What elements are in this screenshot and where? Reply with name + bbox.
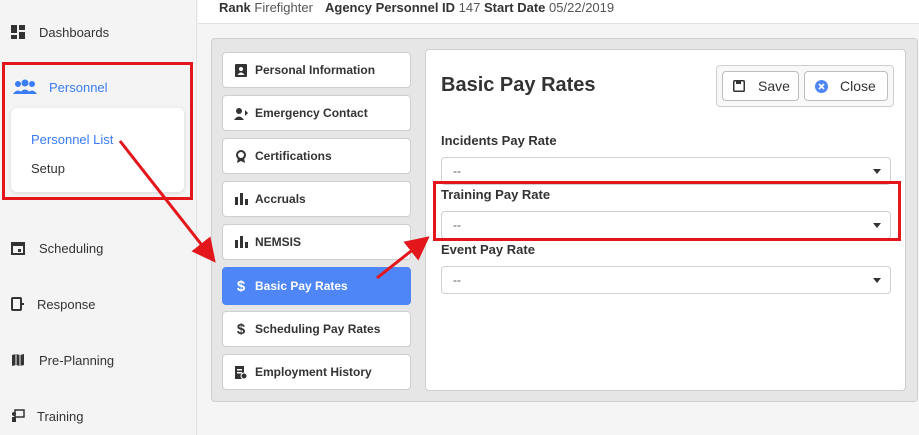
bar-chart-icon [234,235,248,249]
sidebar-item-scheduling[interactable]: Scheduling [0,233,197,263]
rank-label: Rank [219,0,251,15]
close-icon [814,79,828,93]
select-value: -- [453,273,461,287]
sidebar-item-label: Dashboards [39,24,110,40]
chevron-down-icon [873,278,881,283]
save-button[interactable]: Save [722,71,799,101]
tab-label: Accruals [255,192,306,206]
personnel-info-bar: Rank Firefighter Agency Personnel ID 147… [198,0,919,24]
contact-icon [234,106,248,120]
rank-info: Rank Firefighter [219,0,313,15]
sidebar-item-dashboards[interactable]: Dashboards [0,17,197,47]
calendar-icon [10,240,26,256]
close-button[interactable]: Close [804,71,888,101]
bar-chart-icon [234,192,248,206]
sidebar-item-training[interactable]: Training [0,401,197,431]
sidebar-item-label: Response [37,296,96,312]
dashboard-icon [10,24,26,40]
sidebar-item-label: Pre-Planning [39,352,115,368]
tab-label: Basic Pay Rates [255,279,348,293]
tab-certifications[interactable]: Certifications [222,138,411,174]
chevron-down-icon [873,169,881,174]
tab-basic-pay-rates[interactable]: $ Basic Pay Rates [222,267,411,305]
highlight-box-training-pay-rate [433,181,901,241]
award-icon [234,149,248,163]
start-date-value: 05/22/2019 [549,0,615,15]
agency-id-value: 147 [458,0,481,15]
page-title: Basic Pay Rates [441,74,596,96]
response-icon [10,296,26,312]
tab-personal-information[interactable]: Personal Information [222,52,411,88]
dollar-icon: $ [236,277,246,295]
save-icon [732,79,746,93]
select-value: -- [453,164,461,178]
event-pay-rate-select[interactable]: -- [441,266,891,294]
start-date-info: Start Date 05/22/2019 [484,0,614,15]
history-icon [234,365,248,379]
dollar-icon: $ [236,320,246,338]
tab-accruals[interactable]: Accruals [222,181,411,217]
tab-scheduling-pay-rates[interactable]: $ Scheduling Pay Rates [222,311,411,347]
agency-id-label: Agency Personnel ID [325,0,456,15]
sidebar-item-response[interactable]: Response [0,289,197,319]
tab-employment-history[interactable]: Employment History [222,354,411,390]
tab-emergency-contact[interactable]: Emergency Contact [222,95,411,131]
incidents-pay-rate-label: Incidents Pay Rate [441,133,557,148]
sidebar-item-label: Scheduling [39,240,104,256]
map-icon [10,352,26,368]
sidebar-item-pre-planning[interactable]: Pre-Planning [0,345,197,375]
agency-id-info: Agency Personnel ID 147 [325,0,480,15]
close-button-label: Close [840,78,876,94]
tab-label: Certifications [255,149,332,163]
id-card-icon [234,63,248,77]
tab-label: NEMSIS [255,235,302,249]
sidebar-item-label: Training [37,408,84,424]
rank-value: Firefighter [254,0,313,15]
training-icon [10,408,26,424]
event-pay-rate-label: Event Pay Rate [441,242,535,257]
tab-label: Scheduling Pay Rates [255,322,381,336]
highlight-box-personnel [2,62,193,200]
start-date-label: Start Date [484,0,546,15]
tab-label: Emergency Contact [255,106,368,120]
tab-nemsis[interactable]: NEMSIS [222,224,411,260]
save-button-label: Save [758,78,790,94]
tab-label: Employment History [255,365,372,379]
tab-label: Personal Information [255,63,376,77]
